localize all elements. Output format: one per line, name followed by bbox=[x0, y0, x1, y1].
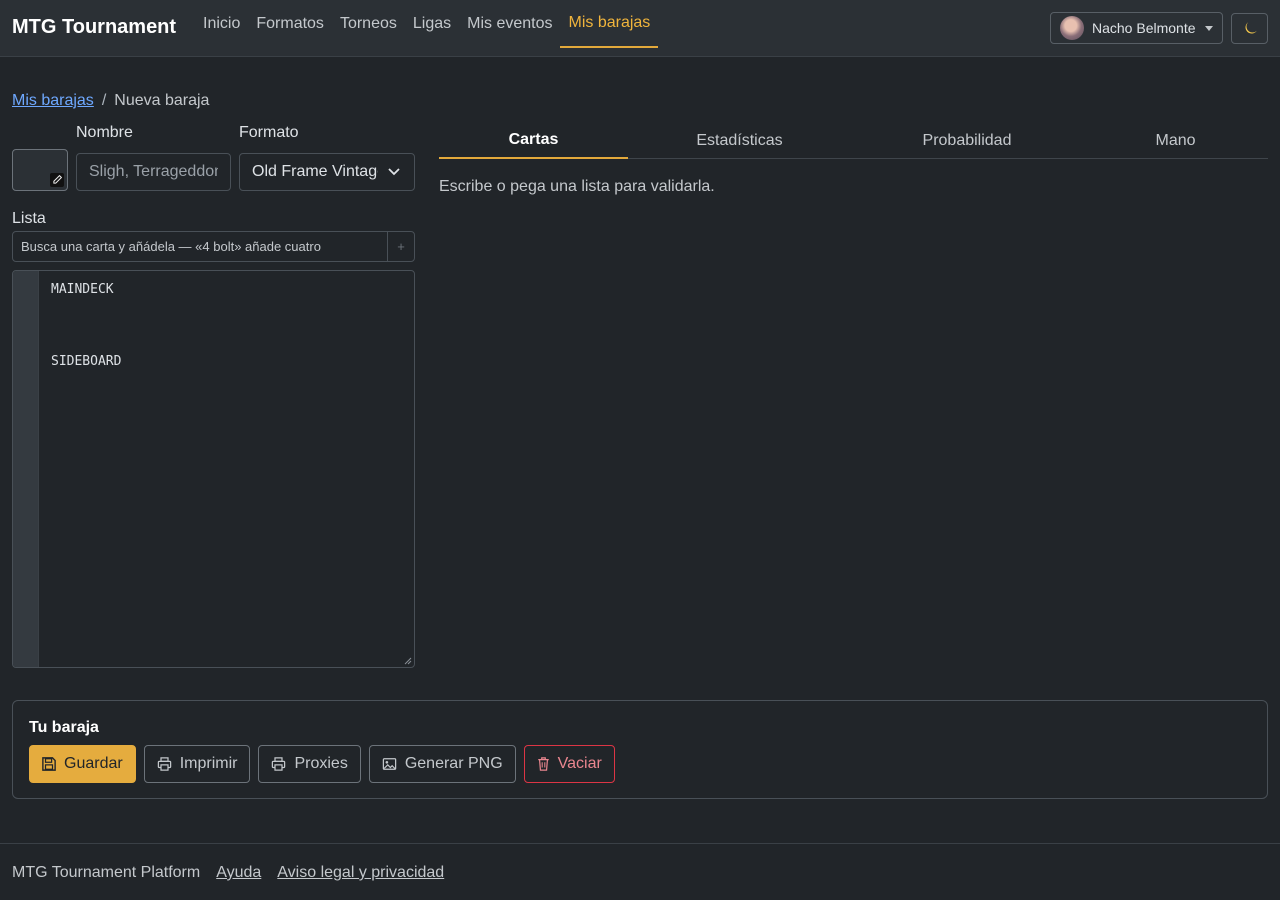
printer-icon bbox=[157, 757, 171, 771]
card-search-group: + bbox=[12, 231, 415, 262]
user-name: Nacho Belmonte bbox=[1092, 20, 1196, 36]
navbar: MTG Tournament Inicio Formatos Torneos L… bbox=[0, 0, 1280, 57]
print-button-label: Imprimir bbox=[179, 755, 238, 772]
editor-text: MAINDECK SIDEBOARD bbox=[51, 281, 121, 371]
nav-links: Inicio Formatos Torneos Ligas Mis evento… bbox=[195, 0, 659, 57]
theme-toggle-button[interactable] bbox=[1231, 13, 1268, 44]
image-icon bbox=[382, 758, 397, 770]
editor-line: SIDEBOARD bbox=[51, 354, 122, 369]
deck-tabs: Cartas Estadísticas Probabilidad Mano bbox=[439, 122, 1268, 159]
moon-icon bbox=[1245, 21, 1257, 33]
clear-button-label: Vaciar bbox=[557, 755, 602, 772]
printer-icon bbox=[272, 757, 286, 771]
proxies-button[interactable]: Proxies bbox=[258, 745, 361, 783]
nav-link-formatos[interactable]: Formatos bbox=[248, 0, 332, 48]
nav-link-torneos[interactable]: Torneos bbox=[332, 0, 405, 48]
action-buttons: Guardar Imprimir Proxies Generar PNG Vac… bbox=[29, 745, 615, 783]
breadcrumb-link-mis-barajas[interactable]: Mis barajas bbox=[12, 92, 94, 110]
deck-icon-picker[interactable] bbox=[12, 149, 68, 191]
save-button[interactable]: Guardar bbox=[29, 745, 136, 783]
tab-probabilidad[interactable]: Probabilidad bbox=[851, 122, 1083, 159]
name-label: Nombre bbox=[76, 124, 133, 141]
validation-hint: Escribe o pega una lista para validarla. bbox=[439, 178, 715, 195]
user-menu-button[interactable]: Nacho Belmonte bbox=[1050, 12, 1223, 44]
brand-logo[interactable]: MTG Tournament bbox=[12, 16, 176, 39]
pencil-icon bbox=[50, 173, 64, 187]
add-card-button[interactable]: + bbox=[387, 232, 414, 261]
deck-actions-panel: Tu baraja Guardar Imprimir Proxies Gener… bbox=[12, 700, 1268, 799]
floppy-icon bbox=[42, 757, 56, 771]
nav-link-mis-eventos[interactable]: Mis eventos bbox=[459, 0, 560, 48]
proxies-button-label: Proxies bbox=[294, 755, 348, 772]
breadcrumb-separator: / bbox=[101, 92, 107, 109]
editor-line: MAINDECK bbox=[51, 282, 114, 297]
tab-estadisticas[interactable]: Estadísticas bbox=[628, 122, 851, 159]
footer-platform-name: MTG Tournament Platform bbox=[12, 864, 201, 881]
editor-gutter bbox=[13, 271, 39, 667]
format-select[interactable]: Old Frame Vintage bbox=[239, 153, 415, 191]
breadcrumb-current: Nueva baraja bbox=[114, 92, 210, 109]
panel-title: Tu baraja bbox=[29, 719, 99, 736]
card-search-input[interactable] bbox=[13, 232, 387, 261]
list-label: Lista bbox=[12, 210, 46, 227]
print-button[interactable]: Imprimir bbox=[143, 745, 251, 783]
trash-icon bbox=[537, 757, 549, 771]
chevron-down-icon bbox=[388, 168, 400, 176]
deck-name-input[interactable] bbox=[76, 153, 231, 191]
nav-link-inicio[interactable]: Inicio bbox=[195, 0, 248, 48]
format-label: Formato bbox=[239, 124, 299, 141]
tab-cartas[interactable]: Cartas bbox=[439, 122, 628, 159]
clear-button[interactable]: Vaciar bbox=[523, 745, 615, 783]
save-button-label: Guardar bbox=[64, 755, 123, 772]
chevron-down-icon bbox=[1205, 26, 1213, 31]
footer: MTG Tournament Platform Ayuda Aviso lega… bbox=[0, 843, 1280, 900]
resize-handle-icon[interactable] bbox=[404, 657, 412, 665]
decklist-editor[interactable]: MAINDECK SIDEBOARD bbox=[12, 270, 415, 668]
generate-png-button[interactable]: Generar PNG bbox=[368, 745, 516, 783]
breadcrumb: Mis barajas / Nueva baraja bbox=[12, 92, 209, 110]
footer-link-legal[interactable]: Aviso legal y privacidad bbox=[277, 864, 444, 882]
format-select-value: Old Frame Vintage bbox=[252, 163, 378, 180]
nav-link-ligas[interactable]: Ligas bbox=[405, 0, 459, 48]
footer-link-help[interactable]: Ayuda bbox=[216, 864, 261, 882]
tab-mano[interactable]: Mano bbox=[1083, 122, 1268, 159]
nav-link-mis-barajas[interactable]: Mis barajas bbox=[560, 0, 659, 48]
avatar bbox=[1060, 16, 1084, 40]
generate-png-button-label: Generar PNG bbox=[404, 755, 503, 772]
